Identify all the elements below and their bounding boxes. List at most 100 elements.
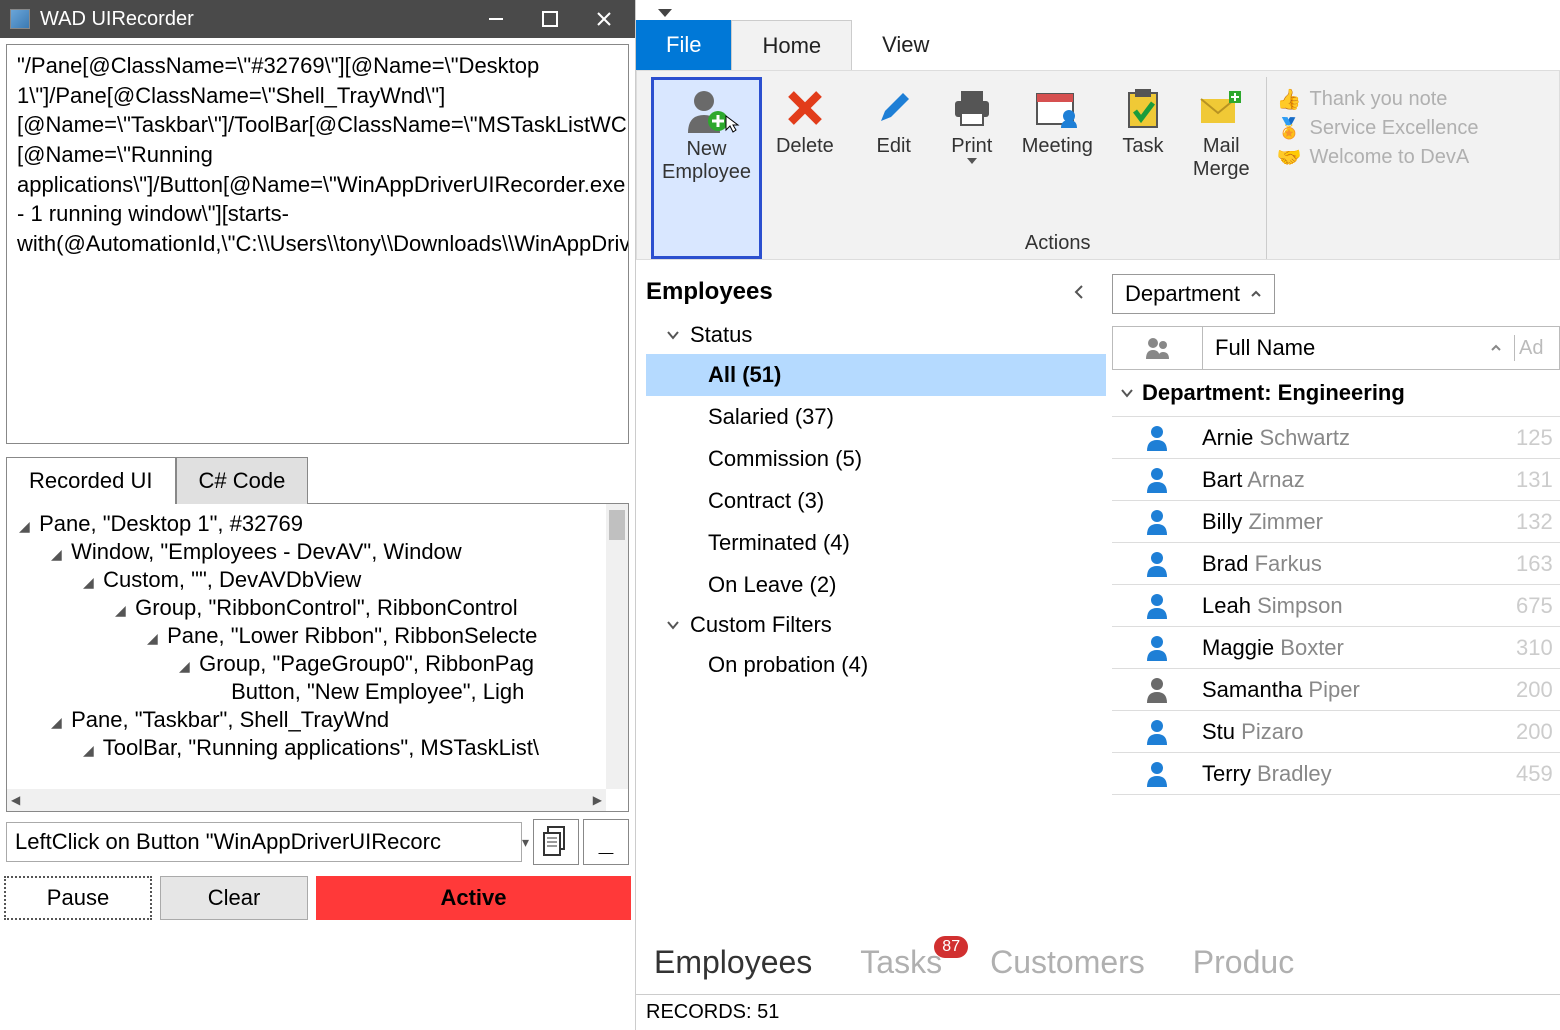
pause-button[interactable]: Pause <box>4 876 152 920</box>
mail-merge-button[interactable]: Mail Merge <box>1185 77 1258 228</box>
person-icon <box>1112 593 1202 619</box>
side-service[interactable]: 🏅Service Excellence <box>1277 116 1549 141</box>
tree-row[interactable]: ◢ Group, "RibbonControl", RibbonControl <box>11 594 624 622</box>
handshake-icon: 🤝 <box>1277 145 1302 170</box>
addr-cell: 132 <box>1516 509 1560 535</box>
tree-row[interactable]: ◢ Pane, "Lower Ribbon", RibbonSelecte <box>11 622 624 650</box>
nav-customers[interactable]: Customers <box>990 944 1145 981</box>
grid-header-icon[interactable] <box>1113 327 1203 369</box>
side-thank-you[interactable]: 👍Thank you note <box>1277 87 1549 112</box>
print-label: Print <box>951 135 992 158</box>
person-add-icon <box>682 84 730 138</box>
nav-bar: Employees Tasks 87 Customers Produc <box>636 930 1560 994</box>
department-filter[interactable]: Department <box>1112 274 1275 314</box>
delete-button[interactable]: Delete <box>768 77 842 259</box>
name-cell: Billy Zimmer <box>1202 509 1516 535</box>
copy-button[interactable] <box>533 819 579 865</box>
meeting-button[interactable]: Meeting <box>1014 77 1101 228</box>
xpath-output[interactable]: "/Pane[@ClassName=\"#32769\"][@Name=\"De… <box>6 44 629 444</box>
tree-row[interactable]: ◢ Pane, "Desktop 1", #32769 <box>11 510 624 538</box>
content-row: Employees Status All (51)Salaried (37)Co… <box>636 260 1560 930</box>
status-item[interactable]: Contract (3) <box>646 480 1106 522</box>
minimize-action-button[interactable]: _ <box>583 819 629 865</box>
name-cell: Leah Simpson <box>1202 593 1516 619</box>
table-row[interactable]: Maggie Boxter310 <box>1112 627 1560 669</box>
ui-tree[interactable]: ◢ Pane, "Desktop 1", #32769◢ Window, "Em… <box>6 504 629 812</box>
tree-row[interactable]: ◢ Pane, "Taskbar", Shell_TrayWnd <box>11 706 624 734</box>
task-label: Task <box>1122 135 1163 158</box>
tab-row: Recorded UI C# Code <box>6 456 629 504</box>
print-button[interactable]: Print <box>936 77 1008 228</box>
table-row[interactable]: Terry Bradley459 <box>1112 753 1560 795</box>
person-icon <box>1112 467 1202 493</box>
tab-view[interactable]: View <box>852 20 959 70</box>
ribbon-tabs: File Home View <box>636 20 1560 70</box>
table-row[interactable]: Arnie Schwartz125 <box>1112 417 1560 459</box>
status-item[interactable]: Terminated (4) <box>646 522 1106 564</box>
side-welcome[interactable]: 🤝Welcome to DevA <box>1277 145 1549 170</box>
mail-merge-icon <box>1199 81 1243 135</box>
status-item[interactable]: On Leave (2) <box>646 564 1106 606</box>
custom-filters-node[interactable]: Custom Filters <box>646 606 1106 644</box>
ribbon-group-new: New Employee Delete <box>643 77 850 259</box>
chevron-down-icon <box>967 158 977 164</box>
tree-row[interactable]: Button, "New Employee", Ligh <box>11 678 624 706</box>
grid-header-fullname[interactable]: Full Name <box>1203 335 1515 361</box>
tab-csharp-code[interactable]: C# Code <box>176 457 309 504</box>
person-icon <box>1112 425 1202 451</box>
table-row[interactable]: Leah Simpson675 <box>1112 585 1560 627</box>
new-employee-button[interactable]: New Employee <box>651 77 762 259</box>
status-item[interactable]: Salaried (37) <box>646 396 1106 438</box>
tree-row[interactable]: ◢ Custom, "", DevAVDbView <box>11 566 624 594</box>
status-item[interactable]: All (51) <box>646 354 1106 396</box>
name-cell: Brad Farkus <box>1202 551 1516 577</box>
minimize-button[interactable] <box>469 0 523 38</box>
mail-merge-label: Mail Merge <box>1193 135 1250 181</box>
titlebar-title: WAD UIRecorder <box>40 8 469 31</box>
nav-tasks[interactable]: Tasks 87 <box>860 944 942 981</box>
action-input[interactable] <box>6 822 522 862</box>
tab-recorded-ui[interactable]: Recorded UI <box>6 457 176 504</box>
tree-row[interactable]: ◢ Group, "PageGroup0", RibbonPag <box>11 650 624 678</box>
status-bar: RECORDS: 51 <box>636 994 1560 1030</box>
table-row[interactable]: Bart Arnaz131 <box>1112 459 1560 501</box>
status-item[interactable]: Commission (5) <box>646 438 1106 480</box>
chevron-up-icon <box>1490 344 1502 352</box>
edit-button[interactable]: Edit <box>858 77 930 228</box>
chevron-up-icon <box>1250 290 1262 298</box>
close-button[interactable] <box>577 0 631 38</box>
name-cell: Arnie Schwartz <box>1202 425 1516 451</box>
table-row[interactable]: Brad Farkus163 <box>1112 543 1560 585</box>
clear-button[interactable]: Clear <box>160 876 308 920</box>
group-row[interactable]: Department: Engineering <box>1112 370 1560 417</box>
delete-icon <box>785 81 825 135</box>
person-icon <box>1112 551 1202 577</box>
tree-row[interactable]: ◢ Window, "Employees - DevAV", Window <box>11 538 624 566</box>
ribbon-group-label: Actions <box>1025 228 1091 259</box>
task-button[interactable]: Task <box>1107 77 1179 228</box>
cursor-icon <box>724 114 740 134</box>
nav-products[interactable]: Produc <box>1193 944 1294 981</box>
nav-employees[interactable]: Employees <box>654 944 812 981</box>
tab-home[interactable]: Home <box>731 20 852 70</box>
bottom-row: Pause Clear Active <box>0 872 635 924</box>
custom-filter-item[interactable]: On probation (4) <box>646 644 1106 686</box>
printer-icon <box>951 81 993 135</box>
tree-scrollbar-horizontal[interactable]: ◀▶ <box>7 789 606 811</box>
name-cell: Bart Arnaz <box>1202 467 1516 493</box>
maximize-button[interactable] <box>523 0 577 38</box>
ribbon-collapse-icon[interactable] <box>636 0 1560 20</box>
clipboard-check-icon <box>1125 81 1161 135</box>
addr-cell: 200 <box>1516 719 1560 745</box>
collapse-icon[interactable] <box>1072 282 1086 302</box>
grid-header-address[interactable]: Ad <box>1515 337 1559 360</box>
delete-label: Delete <box>776 135 834 158</box>
table-row[interactable]: Stu Pizaro200 <box>1112 711 1560 753</box>
name-cell: Stu Pizaro <box>1202 719 1516 745</box>
status-node[interactable]: Status <box>646 316 1106 354</box>
tree-row[interactable]: ◢ ToolBar, "Running applications", MSTas… <box>11 734 624 762</box>
table-row[interactable]: Samantha Piper200 <box>1112 669 1560 711</box>
tab-file[interactable]: File <box>636 20 731 70</box>
table-row[interactable]: Billy Zimmer132 <box>1112 501 1560 543</box>
tree-scrollbar-vertical[interactable] <box>606 504 628 789</box>
